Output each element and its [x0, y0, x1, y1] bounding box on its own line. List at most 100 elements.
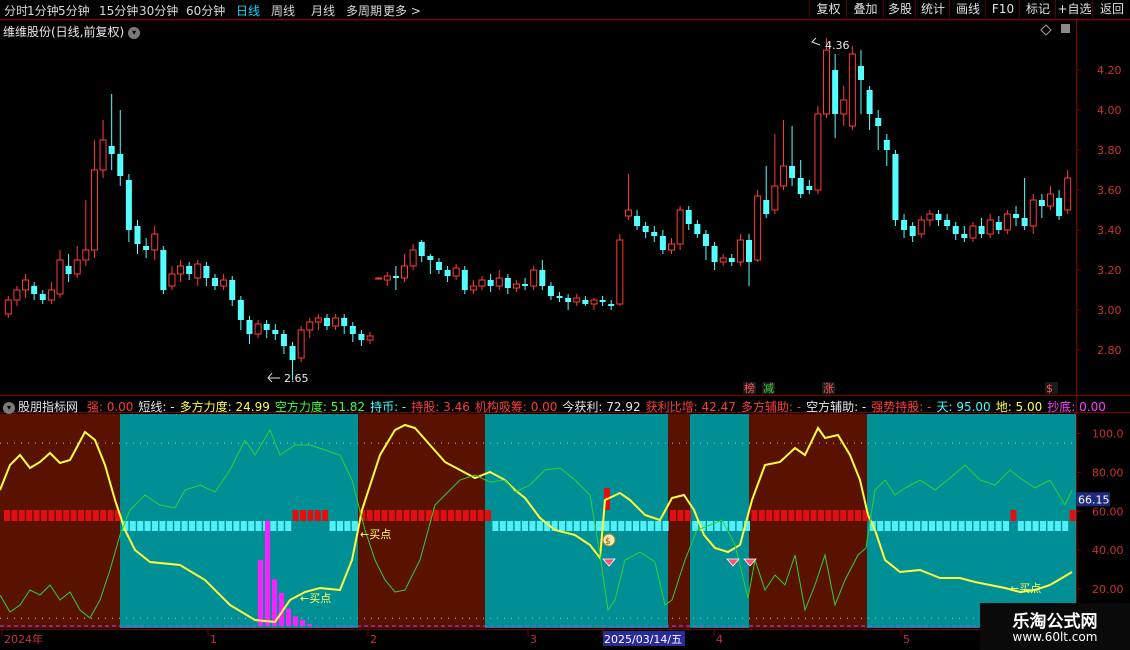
hold-block	[803, 510, 810, 521]
candle	[186, 262, 193, 280]
hold-block	[322, 510, 329, 521]
cash-block	[581, 521, 588, 531]
indicator-tick-label: 40.00	[1092, 544, 1124, 557]
candle	[297, 326, 305, 362]
candle	[444, 266, 451, 282]
hold-block	[388, 510, 395, 521]
candle	[736, 234, 744, 266]
cash-block	[647, 521, 654, 531]
candle	[832, 54, 839, 138]
hold-block	[773, 510, 780, 521]
candle	[917, 216, 925, 238]
candle	[668, 238, 675, 254]
bottom-bar	[307, 624, 312, 626]
cash-block	[277, 521, 284, 531]
candle	[909, 222, 916, 242]
candle	[797, 160, 804, 198]
cash-block	[152, 521, 158, 531]
indicator-menu-icon[interactable]: ▾	[3, 401, 15, 414]
cash-block	[943, 521, 950, 531]
candle	[487, 274, 494, 292]
cash-block	[559, 521, 565, 531]
candle	[539, 260, 546, 290]
hold-block	[470, 510, 477, 521]
price-tick-label: 4.00	[1097, 104, 1122, 117]
cash-block	[218, 521, 225, 531]
cash-block	[1062, 521, 1069, 531]
cash-block	[203, 521, 210, 531]
candle	[306, 318, 314, 338]
marker-text: 榜	[744, 381, 755, 395]
candle	[478, 276, 486, 290]
candle	[246, 316, 253, 344]
cash-block	[492, 521, 499, 531]
candle	[573, 294, 581, 306]
candle	[901, 214, 908, 238]
cash-block	[951, 521, 958, 531]
indicator-item-5: 持股: 3.46	[411, 400, 470, 414]
candle	[452, 264, 460, 280]
candle	[254, 320, 262, 338]
cash-block	[906, 521, 913, 531]
candle	[659, 230, 666, 254]
candle	[108, 94, 115, 170]
hold-block	[847, 510, 854, 521]
candle	[125, 174, 132, 242]
hold-block	[411, 510, 417, 521]
hold-block	[107, 510, 114, 521]
hold-block	[448, 510, 454, 521]
candle	[634, 210, 641, 230]
cash-block	[255, 521, 262, 531]
candle	[237, 296, 244, 330]
candle	[848, 46, 856, 130]
candle	[1029, 194, 1037, 234]
cash-block	[1032, 521, 1039, 531]
cash-block	[159, 521, 166, 531]
cash-block	[588, 521, 595, 531]
cash-block	[884, 521, 891, 531]
hold-block	[300, 510, 306, 521]
cash-block	[536, 521, 543, 531]
cash-block	[892, 521, 898, 531]
indicator-name: 股朋指标网	[18, 400, 79, 414]
high-annotation: 4.36	[811, 37, 850, 52]
cash-block	[522, 521, 528, 531]
candle	[220, 274, 228, 290]
bottom-bar	[265, 521, 270, 626]
hold-block	[440, 510, 447, 521]
hold-block	[92, 510, 99, 521]
marker-text: $	[1046, 382, 1053, 395]
hold-block	[766, 510, 773, 521]
candle	[65, 254, 72, 282]
hold-block	[381, 510, 388, 521]
cash-block	[966, 521, 972, 531]
candle	[763, 166, 770, 218]
hold-block	[855, 510, 861, 521]
candle	[31, 282, 38, 300]
candle	[728, 254, 735, 266]
hold-block	[485, 510, 491, 521]
panel-toggle-icon[interactable]	[1061, 24, 1070, 33]
indicator-item-2: 多方力度: 24.99	[179, 400, 270, 414]
cash-block	[144, 521, 151, 531]
hold-block	[795, 510, 802, 521]
cash-block	[877, 521, 884, 531]
candle	[82, 200, 90, 266]
cash-block	[337, 521, 343, 531]
marker-text: 减	[763, 382, 774, 395]
candle	[47, 282, 55, 304]
cash-block	[189, 521, 195, 531]
candle	[608, 300, 615, 310]
candle	[814, 106, 822, 194]
hold-block	[462, 510, 469, 521]
cash-block	[233, 521, 240, 531]
candle	[978, 218, 985, 238]
hold-block	[396, 510, 403, 521]
candle	[341, 314, 348, 334]
indicator-item-0: 强: 0.00	[86, 400, 134, 414]
price-tick-label: 3.00	[1097, 304, 1122, 317]
indicator-item-4: 持币: -	[370, 400, 407, 414]
watermark-title: 乐淘公式网	[1012, 612, 1098, 632]
cash-block	[211, 521, 218, 531]
buy-point-label: ←买点	[300, 592, 331, 605]
